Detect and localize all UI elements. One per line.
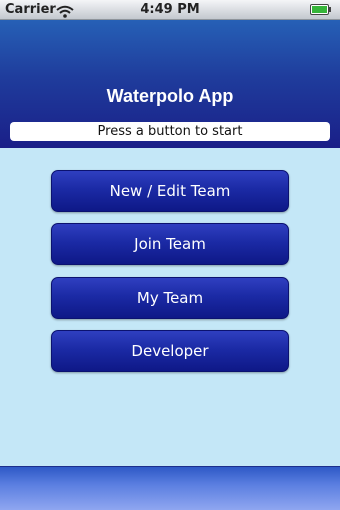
my-team-button[interactable]: My Team [51, 277, 289, 319]
status-bar: Carrier 4:49 PM [0, 0, 340, 20]
app-title: Waterpolo App [106, 86, 234, 106]
battery-icon [310, 4, 332, 15]
header: Waterpolo App Press a button to start [0, 20, 340, 148]
status-time: 4:49 PM [140, 2, 200, 17]
status-message-field: Press a button to start [10, 122, 330, 141]
developer-button[interactable]: Developer [51, 330, 289, 372]
new-edit-team-button[interactable]: New / Edit Team [51, 170, 289, 212]
join-team-button[interactable]: Join Team [51, 223, 289, 265]
bottom-bar [0, 466, 340, 510]
